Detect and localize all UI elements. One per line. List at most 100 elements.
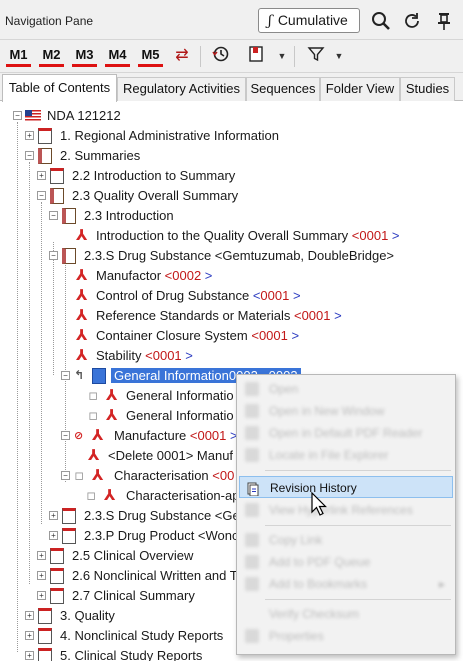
open-book-icon xyxy=(38,148,52,164)
cumulative-label: Cumulative xyxy=(277,12,348,28)
tree-leaf[interactable]: ⅄ Stability <0001 > xyxy=(0,346,463,366)
open-icon xyxy=(245,382,259,396)
toolbar: M1 M2 M3 M4 M5 ⇄ ▼ ▼ xyxy=(0,40,463,73)
menu-separator xyxy=(265,525,451,526)
module-m5-button[interactable]: M5 xyxy=(138,45,163,67)
leaf-label: Stability <0001 > xyxy=(96,348,193,363)
menu-item-properties[interactable]: Properties xyxy=(239,625,453,647)
document-icon xyxy=(38,628,52,644)
tree-leaf[interactable]: ⅄ Container Closure System <0001 > xyxy=(0,326,463,346)
menu-item-verify-checksum[interactable]: Verify Checksum xyxy=(239,603,453,625)
tree-leaf[interactable]: ⅄ Introduction to the Quality Overall Su… xyxy=(0,226,463,246)
module-m4-button[interactable]: M4 xyxy=(105,45,130,67)
sigma-icon: ʃ xyxy=(268,13,272,29)
node-label: 2.5 Clinical Overview xyxy=(72,548,194,563)
tree-leaf[interactable]: ⅄ Reference Standards or Materials <0001… xyxy=(0,306,463,326)
revision-history-icon xyxy=(246,481,260,497)
node-label: 2.3 Introduction xyxy=(84,208,174,223)
tab-regulatory-activities[interactable]: Regulatory Activities xyxy=(117,77,246,101)
expand-icon[interactable]: + xyxy=(25,611,34,620)
leaf-label: General Informatio xyxy=(126,388,234,403)
menu-item-open-new-window[interactable]: Open in New Window xyxy=(239,400,453,422)
tab-studies[interactable]: Studies xyxy=(400,77,455,101)
submenu-arrow-icon: ▸ xyxy=(438,577,445,591)
pane-title: Navigation Pane xyxy=(5,14,94,28)
history-icon[interactable] xyxy=(210,45,232,67)
leaf-label: <Delete 0001> Manuf xyxy=(108,448,234,463)
tab-sequences[interactable]: Sequences xyxy=(246,77,320,101)
expand-icon[interactable]: + xyxy=(49,531,58,540)
collapse-icon[interactable]: − xyxy=(25,151,34,160)
tree-node[interactable]: + 2.2 Introduction to Summary xyxy=(0,166,463,186)
menu-item-revision-history[interactable]: Revision History xyxy=(239,476,453,498)
tree-node[interactable]: − 2. Summaries xyxy=(0,146,463,166)
document-icon xyxy=(62,508,76,524)
module-m3-button[interactable]: M3 xyxy=(72,45,97,67)
filter-icon[interactable] xyxy=(305,45,327,67)
tab-bar: Table of Contents Regulatory Activities … xyxy=(0,73,463,102)
module-m1-button[interactable]: M1 xyxy=(6,45,31,67)
expand-icon[interactable]: + xyxy=(25,131,34,140)
expand-icon[interactable]: + xyxy=(49,511,58,520)
tab-table-of-contents[interactable]: Table of Contents xyxy=(2,74,117,102)
link-icon xyxy=(245,503,259,517)
expand-icon[interactable]: + xyxy=(37,171,46,180)
document-icon xyxy=(38,648,52,661)
tree-leaf[interactable]: ⅄ Manufactor <0002 > xyxy=(0,266,463,286)
expand-icon[interactable]: + xyxy=(37,591,46,600)
tab-folder-view[interactable]: Folder View xyxy=(320,77,400,101)
refresh-icon[interactable] xyxy=(401,10,423,32)
cumulative-button[interactable]: ʃ Cumulative xyxy=(258,8,360,33)
leaf-label: Container Closure System <0001 > xyxy=(96,328,300,343)
history-doc-icon: ▫ xyxy=(88,386,99,404)
menu-item-copy-link[interactable]: Copy Link xyxy=(239,529,453,551)
leaf-label: Reference Standards or Materials <0001 > xyxy=(96,308,342,323)
collapse-icon[interactable]: − xyxy=(61,371,70,380)
pdf-icon: ⅄ xyxy=(76,226,88,244)
node-label: 1. Regional Administrative Information xyxy=(60,128,279,143)
history-doc-icon: ▫ xyxy=(74,466,85,484)
tree-node[interactable]: − 2.3 Quality Overall Summary xyxy=(0,186,463,206)
tree-node[interactable]: + 1. Regional Administrative Information xyxy=(0,126,463,146)
bookmark-icon[interactable] xyxy=(245,45,267,67)
pin-icon[interactable] xyxy=(433,10,455,32)
collapse-icon[interactable]: − xyxy=(49,251,58,260)
tree-node[interactable]: − 2.3 Introduction xyxy=(0,206,463,226)
tree-node-root[interactable]: − NDA 121212 xyxy=(0,106,463,126)
menu-item-open-default-reader[interactable]: Open in Default PDF Reader xyxy=(239,422,453,444)
node-label: 2. Summaries xyxy=(60,148,141,163)
tree-node[interactable]: − 2.3.S Drug Substance <Gemtuzumab, Doub… xyxy=(0,246,463,266)
toolbar-separator xyxy=(200,46,201,67)
folder-icon xyxy=(245,448,259,462)
bookmark-dropdown-icon[interactable]: ▼ xyxy=(277,45,287,67)
replace-arrow-icon: ↰ xyxy=(74,368,85,382)
collapse-icon[interactable]: − xyxy=(13,111,22,120)
bookmark-icon xyxy=(245,577,259,591)
node-label: 2.3.S Drug Substance <Ge xyxy=(84,508,240,523)
menu-item-open[interactable]: Open xyxy=(239,378,453,400)
delete-marker-icon: ⊘ xyxy=(74,429,84,442)
sync-icon[interactable]: ⇄ xyxy=(171,45,193,67)
collapse-icon[interactable]: − xyxy=(61,471,70,480)
collapse-icon[interactable]: − xyxy=(37,191,46,200)
module-m2-button[interactable]: M2 xyxy=(39,45,64,67)
collapse-icon[interactable]: − xyxy=(49,211,58,220)
expand-icon[interactable]: + xyxy=(25,631,34,640)
node-label: 5. Clinical Study Reports xyxy=(60,648,203,661)
expand-icon[interactable]: + xyxy=(37,571,46,580)
search-icon[interactable] xyxy=(370,10,392,32)
tree-leaf[interactable]: ⅄ Control of Drug Substance <0001 > xyxy=(0,286,463,306)
history-doc-icon: ▫ xyxy=(86,486,97,504)
history-doc-icon: ▫ xyxy=(88,406,99,424)
leaf-label: Manufactor <0002 > xyxy=(96,268,213,283)
menu-item-hyperlink-refs[interactable]: View Hyperlink References xyxy=(239,499,453,521)
collapse-icon[interactable]: − xyxy=(61,431,70,440)
menu-item-locate[interactable]: Locate in File Explorer xyxy=(239,444,453,466)
node-label: 2.3.P Drug Product <Wonc xyxy=(84,528,239,543)
expand-icon[interactable]: + xyxy=(37,551,46,560)
menu-item-add-pdf-queue[interactable]: Add to PDF Queue xyxy=(239,551,453,573)
filter-dropdown-icon[interactable]: ▼ xyxy=(334,45,344,67)
pdf-icon: ⅄ xyxy=(104,486,116,504)
expand-icon[interactable]: + xyxy=(25,651,34,660)
menu-item-add-bookmarks[interactable]: Add to Bookmarks ▸ xyxy=(239,573,453,595)
